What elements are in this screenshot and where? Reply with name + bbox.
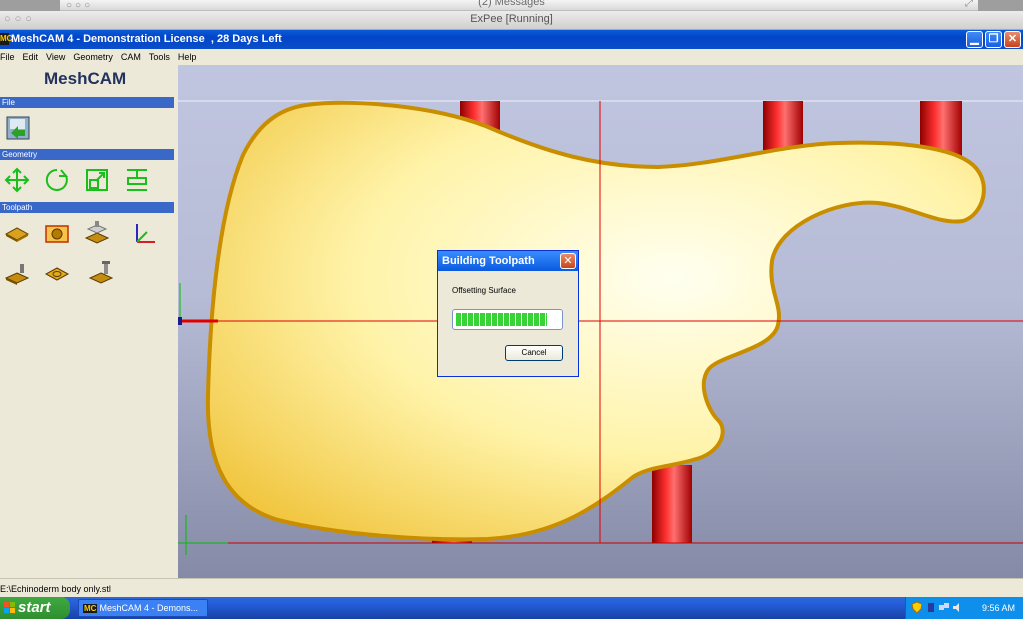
model-canvas[interactable] (178, 65, 1023, 578)
tool-panel: MeshCAM File Geometry Toolpath (0, 65, 178, 578)
3d-viewport[interactable] (178, 65, 1023, 578)
menu-view[interactable]: View (42, 52, 69, 62)
section-geometry[interactable]: Geometry (0, 149, 174, 160)
mac-thumbnail-right (978, 0, 1023, 11)
mac-top-title: (2) Messages (478, 0, 545, 8)
taskbar-item-meshcam[interactable]: MC MeshCAM 4 - Demons... (78, 599, 208, 617)
progress-bar (452, 309, 563, 330)
app-icon: MC (0, 33, 13, 45)
system-tray: 9:56 AM (905, 597, 1023, 619)
menu-cam[interactable]: CAM (117, 52, 145, 62)
machine-icon[interactable] (84, 219, 110, 245)
dialog-message: Offsetting Surface (452, 286, 516, 295)
menu-help[interactable]: Help (174, 52, 201, 62)
part-position-icon[interactable] (44, 221, 70, 247)
device-icon[interactable] (926, 602, 936, 613)
network-icon[interactable] (939, 602, 949, 613)
status-file-path: E:\Echinoderm body only.stl (0, 584, 111, 594)
status-bar: E:\Echinoderm body only.stl (0, 578, 1023, 597)
section-toolpath[interactable]: Toolpath (0, 202, 174, 213)
progress-fill (456, 313, 547, 326)
save-toolpath-icon[interactable] (88, 259, 114, 285)
clock: 9:56 AM (981, 603, 1015, 613)
axis-origin-icon[interactable] (132, 221, 158, 247)
finishing-icon[interactable] (44, 261, 70, 287)
scale-icon[interactable] (84, 167, 110, 193)
open-file-icon[interactable] (5, 115, 31, 141)
menubar: File Edit View Geometry CAM Tools Help (0, 49, 1023, 65)
volume-icon[interactable] (952, 602, 962, 613)
rotate-icon[interactable] (44, 167, 70, 193)
task-label: MeshCAM 4 - Demons... (99, 603, 198, 613)
stock-icon[interactable] (4, 221, 30, 247)
window-title: MeshCAM 4 - Demonstration License , 28 D… (11, 33, 282, 45)
brand-logo: MeshCAM (44, 69, 127, 88)
window-titlebar: MC MeshCAM 4 - Demonstration License , 2… (0, 30, 1023, 49)
menu-file[interactable]: File (0, 52, 19, 62)
start-label: start (18, 599, 51, 616)
z-axis-marker (178, 317, 182, 325)
cancel-button[interactable]: Cancel (505, 345, 563, 361)
dialog-title: Building Toolpath (438, 251, 578, 271)
task-app-icon: MC (83, 604, 98, 613)
move-icon[interactable] (4, 167, 30, 193)
building-toolpath-dialog: Building Toolpath ✕ Offsetting Surface C… (437, 250, 579, 377)
taskbar: start MC MeshCAM 4 - Demons... 9:56 AM (0, 597, 1023, 619)
windows-logo-icon (4, 602, 15, 613)
mac-window-titlebar: ○○○ ExPee [Running] (0, 11, 1023, 30)
clamp-pin (652, 465, 692, 543)
mac-menubar: ○○○ (2) Messages ⤢ (0, 0, 1023, 11)
menu-edit[interactable]: Edit (19, 52, 43, 62)
fullscreen-icon[interactable]: ⤢ (965, 0, 973, 9)
close-button[interactable]: ✕ (1004, 31, 1021, 48)
start-button[interactable]: start (0, 597, 70, 619)
dialog-close-button[interactable]: ✕ (560, 253, 576, 269)
roughing-icon[interactable] (4, 261, 30, 287)
section-file[interactable]: File (0, 97, 174, 108)
security-shield-icon[interactable] (912, 602, 922, 613)
restore-button[interactable]: ❐ (985, 31, 1002, 48)
height-icon[interactable] (124, 167, 150, 193)
minimize-button[interactable]: ▁ (966, 31, 983, 48)
menu-geometry[interactable]: Geometry (69, 52, 117, 62)
menu-tools[interactable]: Tools (145, 52, 174, 62)
mac-window-title: ExPee [Running] (470, 13, 553, 25)
